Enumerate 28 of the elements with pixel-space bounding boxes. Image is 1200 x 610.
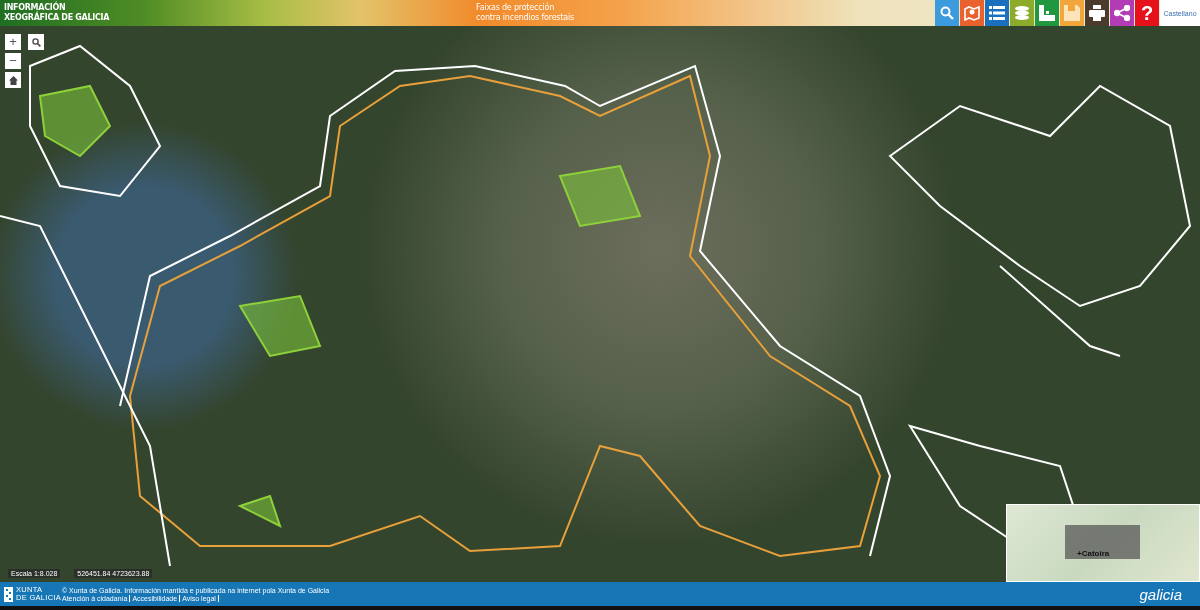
printer-icon [1089, 5, 1105, 21]
list-icon [989, 6, 1005, 20]
map-button[interactable] [960, 0, 984, 26]
search-button[interactable] [935, 0, 959, 26]
search-icon [940, 6, 954, 20]
search-icon [31, 37, 41, 47]
page-title: contra incendios forestais [476, 13, 575, 23]
page-title: Faixas de protección [476, 3, 555, 13]
help-button[interactable]: ? [1135, 0, 1159, 26]
place-label: +Catoira [1077, 549, 1110, 558]
home-icon [8, 75, 18, 85]
home-button[interactable] [5, 72, 21, 88]
galicia-logo: galicia [1139, 585, 1183, 603]
share-button[interactable] [1110, 0, 1134, 26]
map-pin-icon [964, 5, 980, 21]
site-title: INFORMACIÓN [4, 3, 67, 12]
map-search-button[interactable] [28, 34, 44, 50]
site-title: XEOGRÁFICA DE GALICIA [4, 13, 111, 23]
zoom-in-button[interactable]: + [5, 34, 21, 50]
list-button[interactable] [985, 0, 1009, 26]
legend-button[interactable] [1035, 0, 1059, 26]
share-icon [1114, 5, 1130, 21]
zoom-out-button[interactable]: − [5, 53, 21, 69]
coat-of-arms-icon [4, 586, 13, 602]
print-button[interactable] [1085, 0, 1109, 26]
layers-icon [1014, 6, 1030, 20]
layers-button[interactable] [1010, 0, 1034, 26]
overview-map[interactable]: +Catoira [1006, 504, 1200, 582]
